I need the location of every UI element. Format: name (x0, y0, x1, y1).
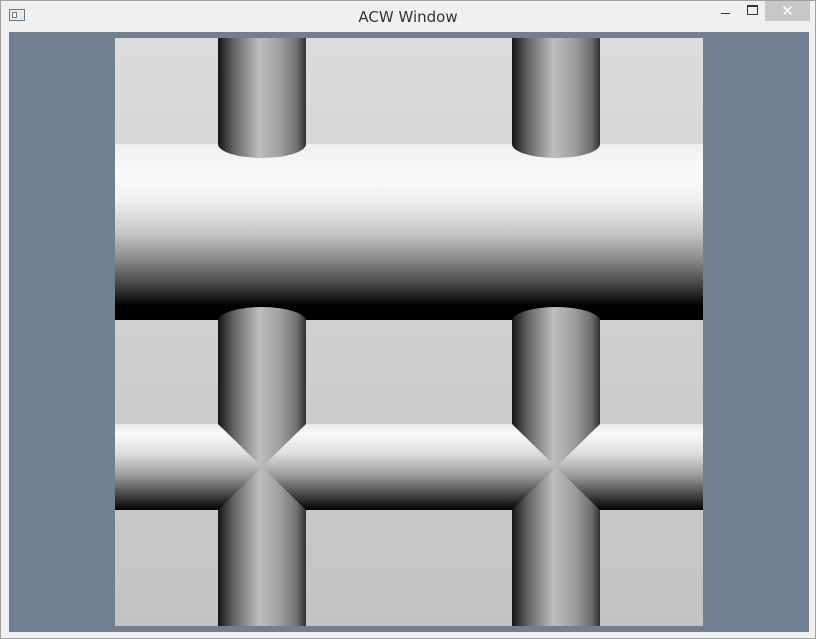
vertical-pipe-right-top (512, 38, 600, 144)
horizontal-pipe-small (115, 424, 703, 510)
vertical-pipe-left-middle (218, 320, 306, 424)
render-viewport[interactable] (115, 38, 703, 626)
close-button[interactable]: ✕ (765, 1, 810, 21)
horizontal-pipe-large (115, 144, 703, 320)
minimize-icon (720, 13, 730, 14)
maximize-button[interactable] (739, 2, 765, 23)
client-area (9, 32, 809, 632)
minimize-button[interactable] (712, 2, 738, 23)
maximize-icon (746, 5, 758, 15)
title-bar[interactable]: ACW Window ✕ (1, 1, 815, 31)
window-title: ACW Window (358, 8, 458, 26)
close-icon: ✕ (781, 2, 794, 20)
vertical-pipe-right-bottom (512, 510, 600, 626)
vertical-pipe-right-middle (512, 320, 600, 424)
vertical-pipe-left-bottom (218, 510, 306, 626)
application-window: ACW Window ✕ (0, 0, 816, 639)
vertical-pipe-left-top (218, 38, 306, 144)
